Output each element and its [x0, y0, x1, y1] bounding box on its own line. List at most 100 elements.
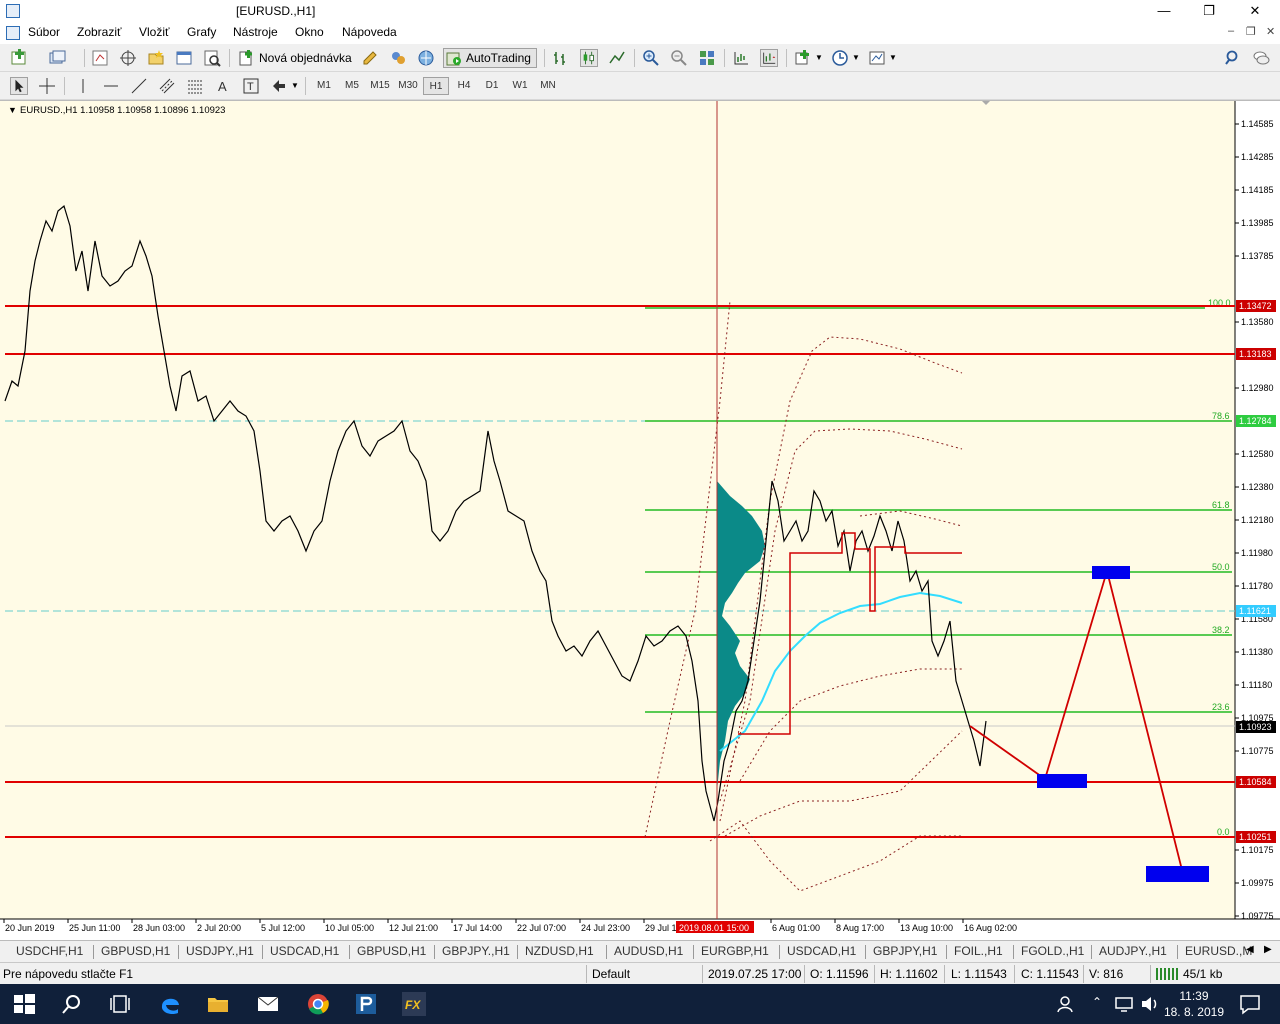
chart-tab[interactable]: USDCAD,H1 — [270, 944, 339, 958]
chart-window-icon — [6, 26, 20, 40]
network-icon[interactable] — [1112, 992, 1136, 1016]
timeframe-m15[interactable]: M15 — [367, 77, 393, 95]
taskbar-clock[interactable]: 11:39 18. 8. 2019 — [1164, 988, 1224, 1020]
chrome-icon[interactable] — [306, 992, 330, 1016]
close-button[interactable]: ✕ — [1241, 2, 1269, 20]
chart-tab[interactable]: AUDJPY.,H1 — [1099, 944, 1167, 958]
chart-window[interactable]: 100.0 78.6 61.8 50.0 38.2 23.6 0.0 ▼ EUR… — [0, 100, 1280, 940]
trendline-icon[interactable] — [130, 77, 148, 95]
zoom-in-icon[interactable] — [642, 49, 660, 67]
menu-window[interactable]: Okno — [295, 25, 324, 39]
file-explorer-icon[interactable] — [206, 992, 230, 1016]
periods-icon[interactable] — [831, 49, 849, 67]
strategy-tester-icon[interactable] — [203, 49, 221, 67]
menu-help[interactable]: Nápoveda — [342, 25, 397, 39]
timeframe-mn[interactable]: MN — [535, 77, 561, 95]
mail-icon[interactable] — [256, 992, 280, 1016]
new-chart-icon[interactable] — [10, 49, 28, 67]
chart-tab[interactable]: EURUSD.,M — [1185, 944, 1252, 958]
arrows-icon[interactable] — [270, 77, 288, 95]
chart-tab[interactable]: GBPJPY.,H1 — [442, 944, 510, 958]
chart-tab[interactable]: GBPUSD,H1 — [357, 944, 426, 958]
child-minimize-button[interactable]: – — [1228, 25, 1234, 37]
timeframe-m5[interactable]: M5 — [339, 77, 365, 95]
market-icon[interactable] — [417, 49, 435, 67]
chart-tab[interactable]: USDCAD,H1 — [787, 944, 856, 958]
maximize-button[interactable]: ❐ — [1195, 2, 1223, 20]
candlestick-chart-icon[interactable] — [580, 49, 598, 67]
tabs-scroll-left-icon[interactable]: ◀ — [1246, 944, 1254, 955]
timeframe-h4[interactable]: H4 — [451, 77, 477, 95]
price-chart[interactable]: 100.0 78.6 61.8 50.0 38.2 23.6 0.0 ▼ EUR… — [0, 101, 1280, 941]
text-label-icon[interactable]: T — [242, 77, 260, 95]
equidistant-channel-icon[interactable] — [158, 77, 176, 95]
menu-view[interactable]: Zobraziť — [77, 25, 122, 39]
search-icon[interactable] — [60, 992, 84, 1016]
tray-chevron-icon[interactable]: ⌃ — [1092, 995, 1102, 1009]
bar-chart-icon[interactable] — [552, 49, 570, 67]
navigator-icon[interactable] — [147, 49, 165, 67]
text-icon[interactable]: A — [214, 77, 232, 95]
autotrading-button[interactable]: AutoTrading — [443, 48, 537, 68]
timeframe-w1[interactable]: W1 — [507, 77, 533, 95]
minimize-button[interactable]: — — [1150, 2, 1178, 20]
vertical-line-icon[interactable] — [74, 77, 92, 95]
menu-charts[interactable]: Grafy — [187, 25, 216, 39]
arrows-dropdown-icon[interactable]: ▼ — [291, 81, 299, 90]
signals-icon[interactable] — [389, 49, 407, 67]
templates-dropdown-icon[interactable]: ▼ — [889, 53, 897, 62]
profiles-icon[interactable] — [48, 49, 66, 67]
chart-tab[interactable]: USDCHF,H1 — [16, 944, 83, 958]
horizontal-line-icon[interactable] — [102, 77, 120, 95]
terminal-icon[interactable] — [175, 49, 193, 67]
target-box[interactable] — [1146, 866, 1209, 882]
chart-tab[interactable]: AUDUSD,H1 — [614, 944, 683, 958]
people-icon[interactable] — [1055, 992, 1079, 1016]
chat-icon[interactable] — [1252, 49, 1270, 67]
search-icon[interactable] — [1224, 49, 1242, 67]
target-box[interactable] — [1092, 566, 1130, 579]
crosshair-tool-icon[interactable] — [38, 77, 56, 95]
menu-insert[interactable]: Vložiť — [139, 25, 170, 39]
child-close-button[interactable]: ✕ — [1266, 25, 1275, 38]
zoom-out-icon[interactable] — [670, 49, 688, 67]
task-view-icon[interactable] — [108, 992, 132, 1016]
chart-tab[interactable]: FGOLD.,H1 — [1021, 944, 1084, 958]
menu-tools[interactable]: Nástroje — [233, 25, 278, 39]
timeframe-d1[interactable]: D1 — [479, 77, 505, 95]
fibonacci-icon[interactable] — [186, 77, 204, 95]
tabs-scroll-right-icon[interactable]: ▶ — [1264, 944, 1272, 955]
menu-file[interactable]: Súbor — [28, 25, 60, 39]
notifications-icon[interactable] — [1238, 992, 1262, 1016]
cursor-icon[interactable] — [10, 77, 28, 95]
metatrader-icon[interactable] — [354, 992, 378, 1016]
edge-icon[interactable] — [158, 992, 182, 1016]
volume-icon[interactable] — [1138, 992, 1162, 1016]
tile-windows-icon[interactable] — [698, 49, 716, 67]
crosshair-icon[interactable] — [119, 49, 137, 67]
autoscroll-icon[interactable] — [760, 49, 778, 67]
line-chart-icon[interactable] — [608, 49, 626, 67]
chart-tab[interactable]: GBPUSD,H1 — [101, 944, 170, 958]
timeframe-m30[interactable]: M30 — [395, 77, 421, 95]
target-box[interactable] — [1037, 774, 1087, 788]
chart-tab[interactable]: GBPJPY,H1 — [873, 944, 937, 958]
chart-shift-icon[interactable] — [732, 49, 750, 67]
chart-tab[interactable]: FOIL.,H1 — [954, 944, 1003, 958]
market-watch-icon[interactable] — [91, 49, 109, 67]
indicators-icon[interactable] — [794, 49, 812, 67]
chart-tab[interactable]: EURGBP,H1 — [701, 944, 769, 958]
indicators-dropdown-icon[interactable]: ▼ — [815, 53, 823, 62]
templates-icon[interactable] — [868, 49, 886, 67]
chart-tab[interactable]: NZDUSD,H1 — [525, 944, 594, 958]
chart-tab[interactable]: USDJPY.,H1 — [186, 944, 254, 958]
meta-editor-icon[interactable] — [361, 49, 379, 67]
chart-header-arrow-icon[interactable]: ▼ — [8, 105, 17, 115]
timeframe-h1[interactable]: H1 — [423, 77, 449, 95]
periods-dropdown-icon[interactable]: ▼ — [852, 53, 860, 62]
fx-app-icon[interactable]: FX — [402, 992, 426, 1016]
child-restore-button[interactable]: ❐ — [1246, 25, 1256, 38]
new-order-button[interactable]: Nová objednávka — [236, 48, 354, 68]
windows-start-icon[interactable] — [12, 992, 36, 1016]
timeframe-m1[interactable]: M1 — [311, 77, 337, 95]
